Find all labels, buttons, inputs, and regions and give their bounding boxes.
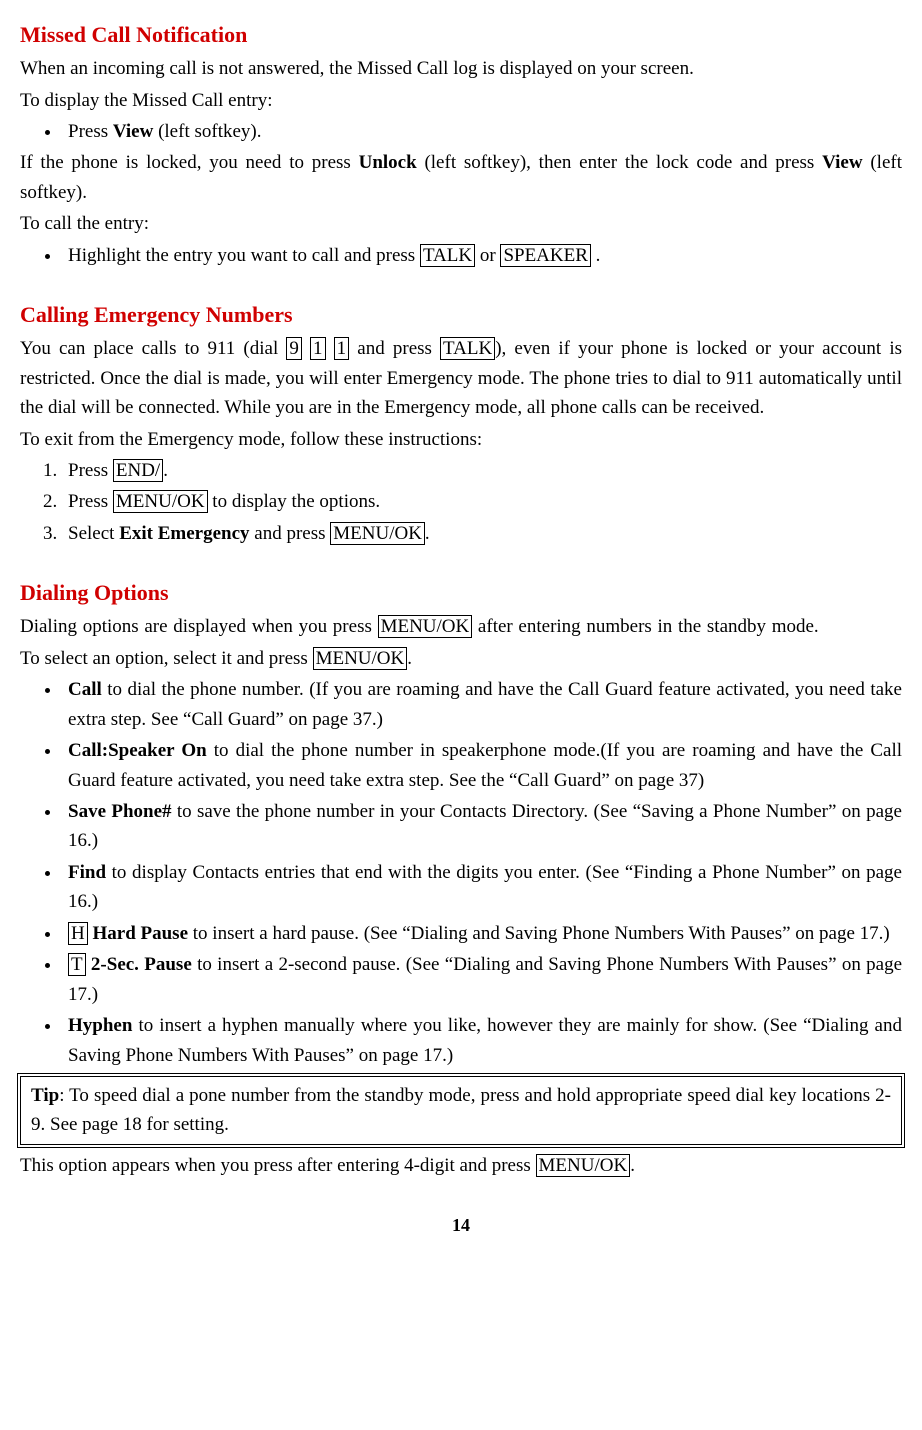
- text-bold: View: [113, 121, 153, 142]
- text: .: [630, 1155, 635, 1176]
- text: To select an option, select it and press: [20, 648, 313, 669]
- para: To select an option, select it and press…: [20, 644, 902, 673]
- para: To call the entry:: [20, 209, 902, 238]
- text: This option appears when you press after…: [20, 1155, 536, 1176]
- text: Press: [68, 491, 113, 512]
- text: Select: [68, 523, 119, 544]
- tip-label: Tip: [31, 1085, 59, 1106]
- para: To display the Missed Call entry:: [20, 86, 902, 115]
- list-item: H Hard Pause to insert a hard pause. (Se…: [62, 919, 902, 948]
- text-bold: View: [822, 152, 862, 173]
- end-key: END/: [113, 459, 163, 482]
- para: You can place calls to 911 (dial 9 1 1 a…: [20, 334, 902, 422]
- text-bold: Call: [68, 679, 102, 700]
- list-item: Call to dial the phone number. (If you a…: [62, 675, 902, 734]
- text: to insert a 2-second pause. (See “Dialin…: [68, 954, 902, 1004]
- talk-key: TALK: [440, 337, 495, 360]
- text: (left softkey), then enter the lock code…: [417, 152, 822, 173]
- text: to display the options.: [208, 491, 381, 512]
- para: When an incoming call is not answered, t…: [20, 54, 902, 83]
- tip-text: : To speed dial a pone number from the s…: [31, 1085, 891, 1135]
- text-bold: Save Phone#: [68, 801, 172, 822]
- para: If the phone is locked, you need to pres…: [20, 148, 902, 207]
- list-item: Save Phone# to save the phone number in …: [62, 797, 902, 856]
- text-bold: 2-Sec. Pause: [86, 954, 192, 975]
- text: and press: [250, 523, 331, 544]
- list-item: Highlight the entry you want to call and…: [62, 241, 902, 270]
- menu-ok-key: MENU/OK: [536, 1154, 631, 1177]
- list-item: Press MENU/OK to display the options.: [62, 487, 902, 516]
- list-item: Press View (left softkey).: [62, 117, 902, 146]
- list-item: Find to display Contacts entries that en…: [62, 858, 902, 917]
- text-bold: Find: [68, 862, 106, 883]
- h-key: H: [68, 922, 88, 945]
- menu-ok-key: MENU/OK: [330, 522, 425, 545]
- t-key: T: [68, 953, 86, 976]
- key-9: 9: [286, 337, 302, 360]
- list-item: Hyphen to insert a hyphen manually where…: [62, 1011, 902, 1070]
- text: Dialing options are displayed when you p…: [20, 616, 378, 637]
- heading-dialing-options: Dialing Options: [20, 576, 902, 610]
- text: after entering numbers in the standby mo…: [472, 616, 818, 637]
- heading-missed-call: Missed Call Notification: [20, 18, 902, 52]
- menu-ok-key: MENU/OK: [113, 490, 208, 513]
- text: .: [591, 245, 601, 266]
- talk-key: TALK: [420, 244, 475, 267]
- text-bold: Exit Emergency: [119, 523, 249, 544]
- text: .: [163, 460, 168, 481]
- list-item: T 2-Sec. Pause to insert a 2-second paus…: [62, 950, 902, 1009]
- key-1: 1: [334, 337, 350, 360]
- list-item: Press END/.: [62, 456, 902, 485]
- text: to insert a hard pause. (See “Dialing an…: [188, 923, 890, 944]
- para: Dialing options are displayed when you p…: [20, 612, 902, 641]
- heading-emergency: Calling Emergency Numbers: [20, 298, 902, 332]
- list-item: Select Exit Emergency and press MENU/OK.: [62, 519, 902, 548]
- text: .: [407, 648, 412, 669]
- tip-box: Tip: To speed dial a pone number from th…: [20, 1076, 902, 1145]
- list-item: Call:Speaker On to dial the phone number…: [62, 736, 902, 795]
- para: To exit from the Emergency mode, follow …: [20, 425, 902, 454]
- menu-ok-key: MENU/OK: [313, 647, 408, 670]
- text: (left softkey).: [153, 121, 261, 142]
- para: This option appears when you press after…: [20, 1151, 902, 1180]
- key-1: 1: [310, 337, 326, 360]
- speaker-key: SPEAKER: [500, 244, 590, 267]
- text: to dial the phone number. (If you are ro…: [68, 679, 902, 729]
- text-bold: Hard Pause: [88, 923, 188, 944]
- text-bold: Unlock: [359, 152, 417, 173]
- text: to insert a hyphen manually where you li…: [68, 1015, 902, 1065]
- text: Highlight the entry you want to call and…: [68, 245, 420, 266]
- text: You can place calls to 911 (dial: [20, 338, 286, 359]
- text: to display Contacts entries that end wit…: [68, 862, 902, 912]
- menu-ok-key: MENU/OK: [378, 615, 473, 638]
- text: to save the phone number in your Contact…: [68, 801, 902, 851]
- text: or: [475, 245, 500, 266]
- page-number: 14: [20, 1212, 902, 1240]
- text: If the phone is locked, you need to pres…: [20, 152, 359, 173]
- text: and press: [349, 338, 440, 359]
- text-bold: Hyphen: [68, 1015, 132, 1036]
- text: Press: [68, 121, 113, 142]
- text: .: [425, 523, 430, 544]
- text-bold: Call:Speaker On: [68, 740, 207, 761]
- text: Press: [68, 460, 113, 481]
